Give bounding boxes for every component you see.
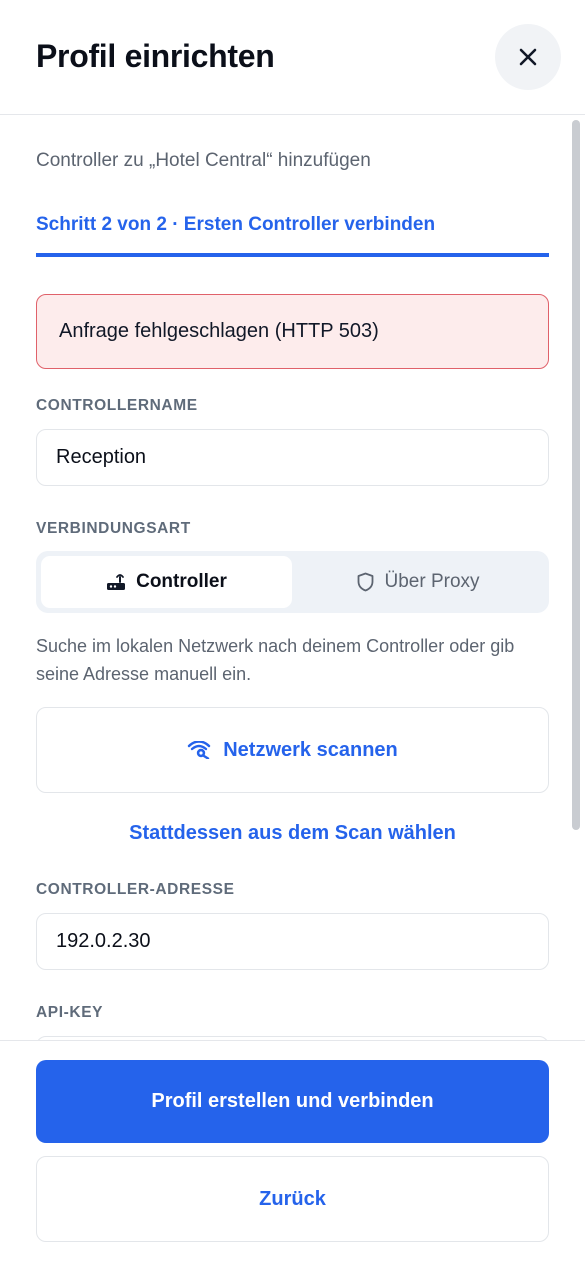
segment-proxy-label: Über Proxy	[384, 571, 480, 592]
controller-name-input[interactable]: Reception	[36, 429, 549, 486]
radar-icon	[188, 741, 211, 759]
controller-name-value: Reception	[56, 446, 147, 468]
controller-address-value: 192.0.2.30	[56, 930, 151, 952]
scan-network-button[interactable]: Netzwerk scannen	[36, 707, 549, 793]
scrollbar-thumb[interactable]	[572, 120, 580, 830]
close-icon	[519, 48, 537, 66]
close-button[interactable]	[495, 24, 561, 90]
connection-type-toggle: Controller Über Proxy	[36, 551, 549, 613]
choose-from-scan-link[interactable]: Stattdessen aus dem Scan wählen	[0, 822, 585, 845]
shield-icon	[358, 572, 374, 592]
segment-proxy[interactable]: Über Proxy	[293, 556, 544, 608]
error-alert: Anfrage fehlgeschlagen (HTTP 503)	[36, 294, 549, 369]
step-tab-indicator	[36, 253, 549, 257]
controller-address-input[interactable]: 192.0.2.30	[36, 913, 549, 970]
segment-controller[interactable]: Controller	[41, 556, 292, 608]
segment-controller-label: Controller	[136, 571, 227, 592]
controller-name-label: CONTROLLERNAME	[36, 397, 198, 414]
sheet-footer: Profil erstellen und verbinden Zurück	[0, 1040, 585, 1266]
scan-network-label: Netzwerk scannen	[223, 738, 398, 761]
router-icon	[107, 574, 126, 590]
error-message: Anfrage fehlgeschlagen (HTTP 503)	[59, 320, 379, 342]
sheet-header: Profil einrichten	[0, 0, 585, 115]
form-scroll-area[interactable]: Controller zu „Hotel Central“ hinzufügen…	[0, 116, 585, 1040]
form-subtitle: Controller zu „Hotel Central“ hinzufügen	[36, 150, 371, 171]
profile-setup-sheet: Profil einrichten Controller zu „Hotel C…	[0, 0, 585, 1266]
create-profile-button[interactable]: Profil erstellen und verbinden	[36, 1060, 549, 1143]
controller-address-label: CONTROLLER-ADRESSE	[36, 881, 235, 898]
tab-step-2[interactable]: Schritt 2 von 2 · Ersten Controller verb…	[36, 214, 435, 236]
page-title: Profil einrichten	[36, 38, 275, 74]
connection-type-label: VERBINDUNGSART	[36, 520, 191, 537]
connection-help-text: Suche im lokalen Netzwerk nach deinem Co…	[36, 636, 515, 684]
back-button[interactable]: Zurück	[36, 1156, 549, 1242]
api-key-label: API-KEY	[36, 1004, 104, 1021]
